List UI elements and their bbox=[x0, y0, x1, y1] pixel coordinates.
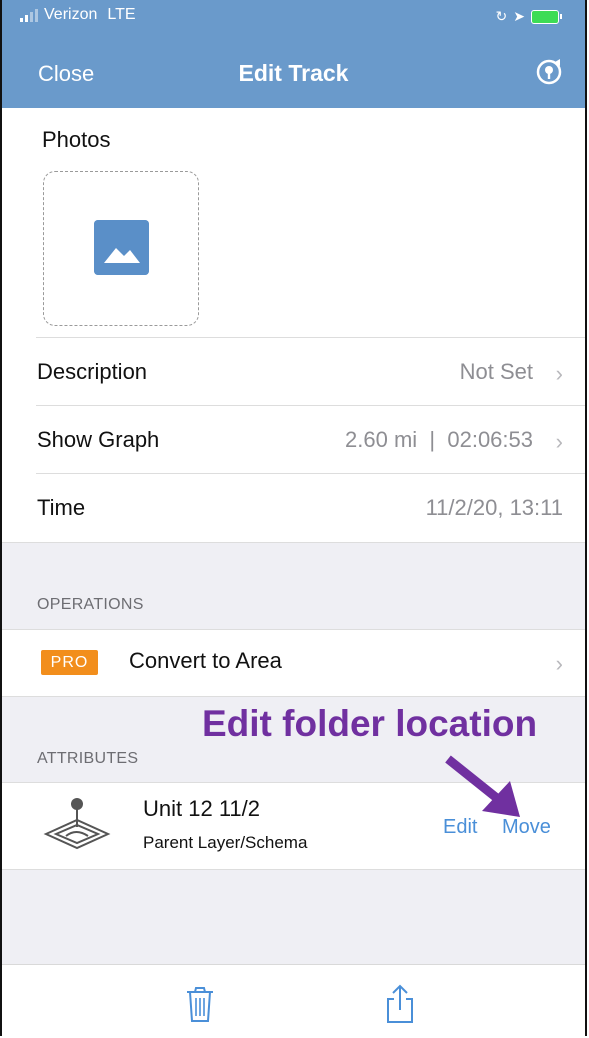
track-stats-value: 2.60 mi | 02:06:53 bbox=[345, 427, 533, 452]
divider bbox=[36, 473, 585, 474]
image-icon bbox=[94, 220, 149, 275]
operations-section-header: OPERATIONS bbox=[2, 542, 585, 630]
signal-icon bbox=[20, 8, 38, 22]
divider bbox=[36, 337, 585, 338]
time-value: 11/2/20, 13:11 bbox=[425, 495, 563, 520]
annotation-arrow-icon bbox=[445, 755, 520, 817]
app-screen: Verizon LTE ↻ ➤ Close Edit Track Photos … bbox=[0, 0, 587, 1036]
divider bbox=[36, 405, 585, 406]
description-value: Not Set bbox=[459, 359, 533, 384]
track-name: Unit 12 11/2 bbox=[143, 796, 261, 821]
rotation-lock-icon: ↻ bbox=[495, 8, 508, 24]
network-label: LTE bbox=[107, 6, 136, 23]
chevron-right-icon: › bbox=[555, 429, 563, 454]
status-right: ↻ ➤ bbox=[495, 8, 562, 25]
location-arrow-icon: ➤ bbox=[513, 8, 525, 24]
pro-badge: PRO bbox=[41, 650, 98, 675]
bottom-toolbar bbox=[2, 964, 585, 1036]
show-graph-label: Show Graph bbox=[37, 427, 160, 452]
chevron-right-icon: › bbox=[555, 651, 563, 676]
carrier-label: Verizon bbox=[44, 6, 98, 23]
empty-area bbox=[2, 869, 585, 965]
parent-layer-label: Parent Layer/Schema bbox=[143, 833, 308, 852]
description-row[interactable]: Description Not Set › bbox=[2, 339, 585, 405]
time-label: Time bbox=[37, 495, 86, 520]
trash-icon[interactable] bbox=[185, 986, 215, 1024]
convert-to-area-label: Convert to Area bbox=[129, 648, 282, 673]
time-row: Time 11/2/20, 13:11 bbox=[2, 475, 585, 541]
navigation-bar: Verizon LTE ↻ ➤ Close Edit Track bbox=[2, 0, 585, 108]
layer-map-icon bbox=[43, 798, 111, 850]
show-graph-row[interactable]: Show Graph 2.60 mi | 02:06:53 › bbox=[2, 407, 585, 473]
annotation-label: Edit folder location bbox=[202, 703, 538, 744]
page-title: Edit Track bbox=[238, 60, 349, 86]
photos-label: Photos bbox=[42, 127, 111, 152]
chevron-right-icon: › bbox=[555, 361, 563, 386]
battery-icon bbox=[531, 9, 562, 24]
location-pin-icon[interactable] bbox=[535, 58, 563, 86]
attributes-header: ATTRIBUTES bbox=[37, 750, 139, 767]
operations-header: OPERATIONS bbox=[37, 596, 144, 613]
add-photo-button[interactable] bbox=[43, 171, 199, 326]
description-label: Description bbox=[37, 359, 148, 384]
status-bar: Verizon LTE bbox=[20, 6, 136, 24]
share-icon[interactable] bbox=[385, 984, 415, 1024]
